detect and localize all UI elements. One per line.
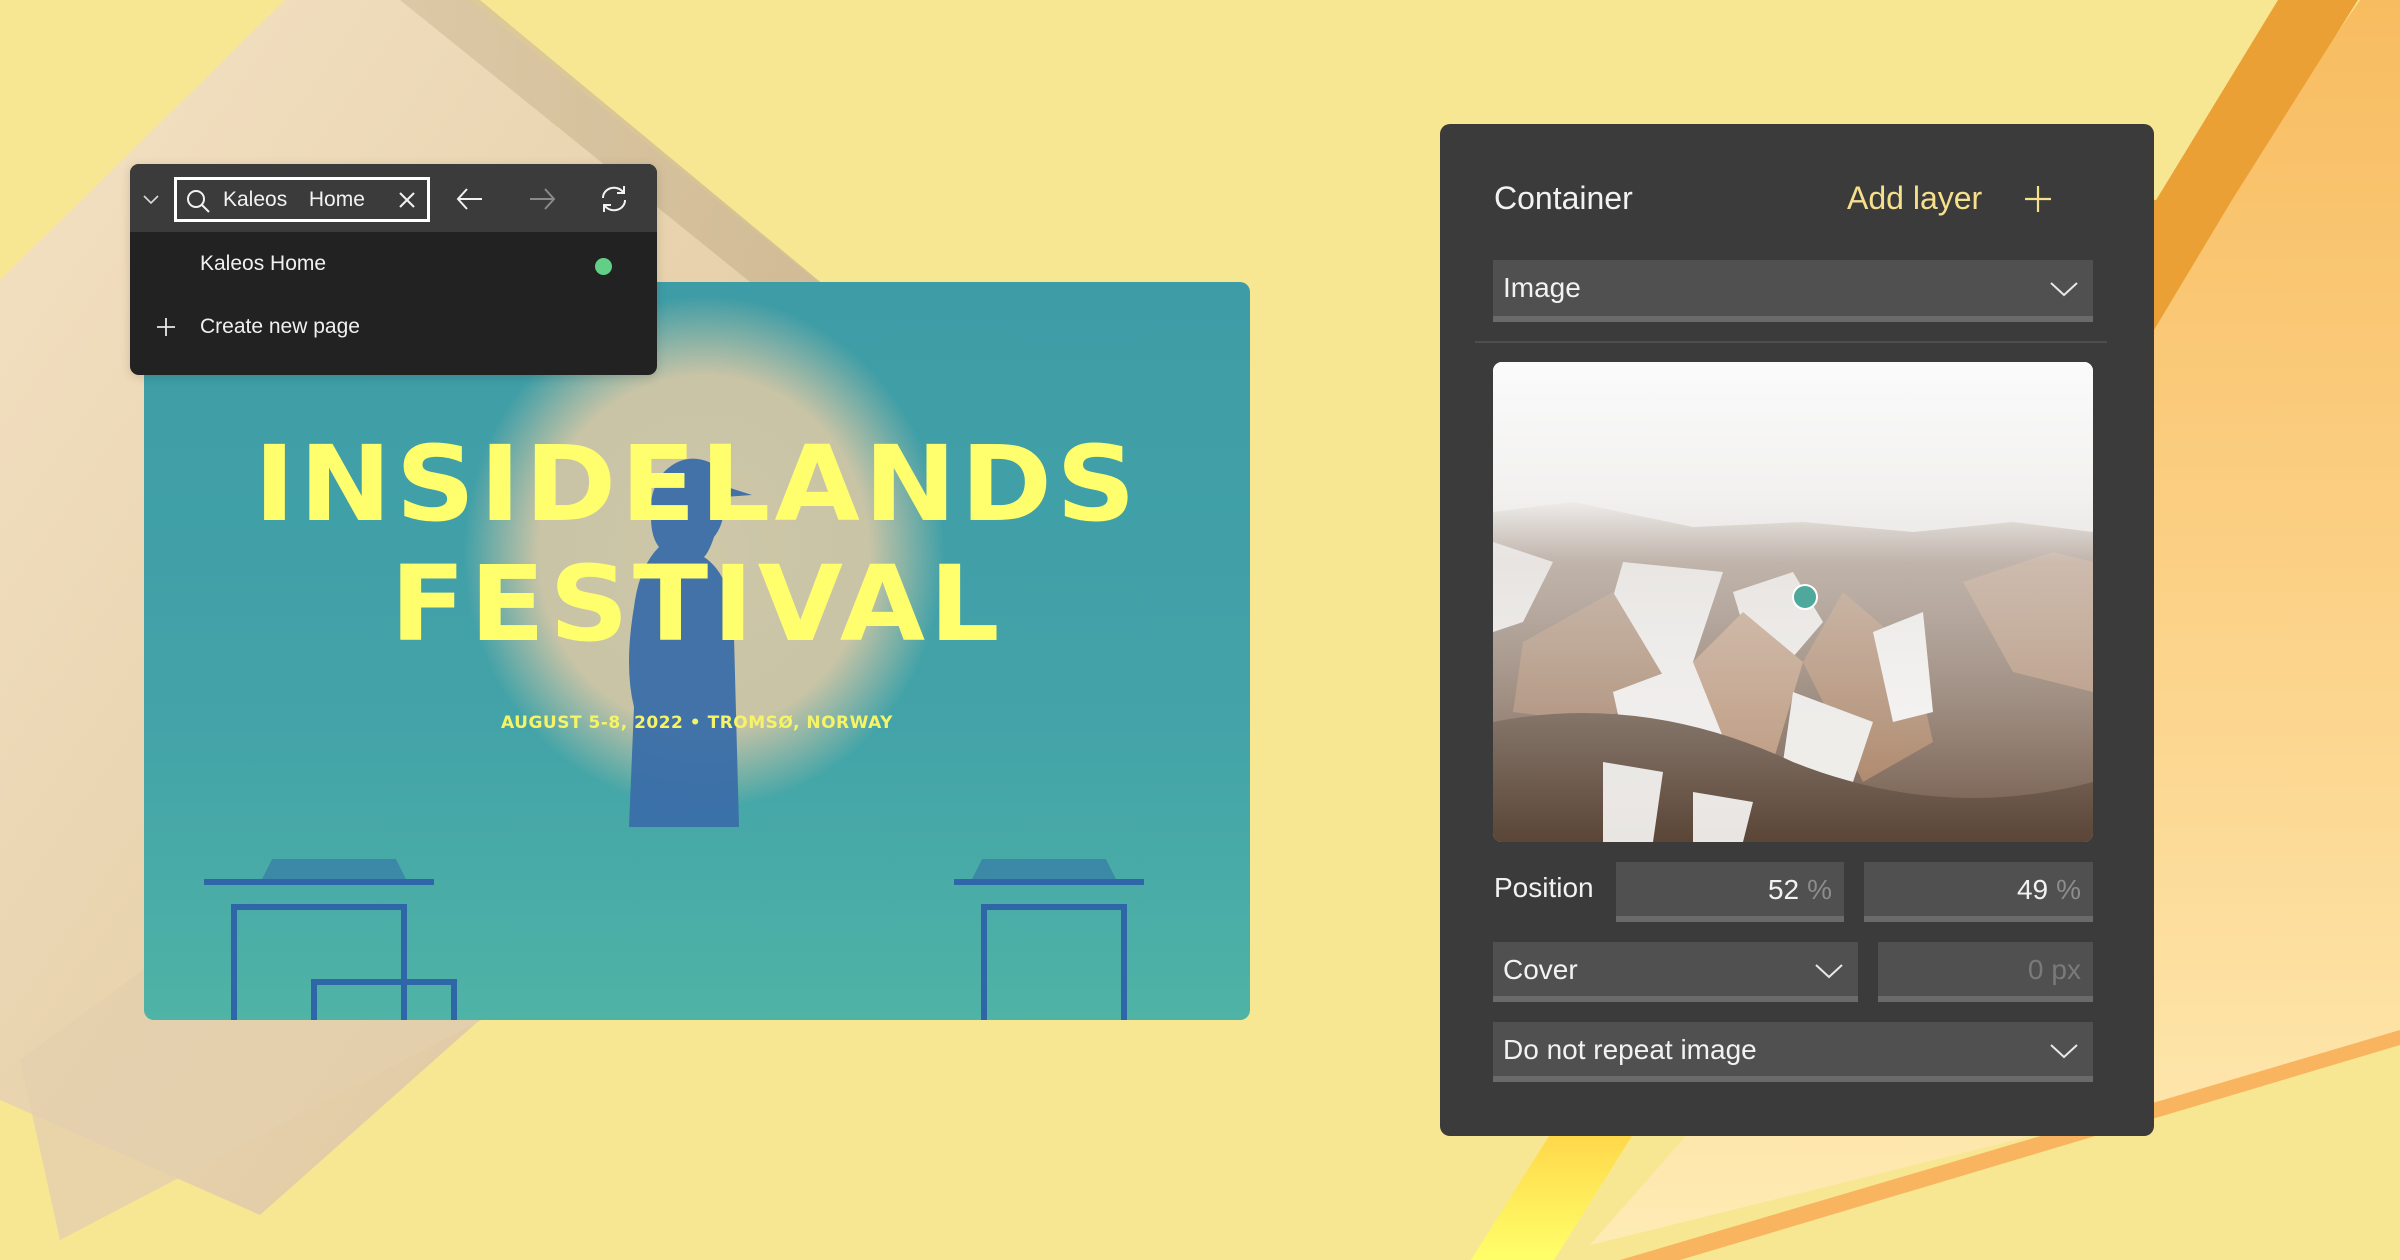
position-x-input[interactable]: 52% <box>1616 862 1844 922</box>
image-repeat-dropdown[interactable]: Do not repeat image <box>1493 1022 2093 1082</box>
position-y-unit: % <box>2056 874 2081 905</box>
left-dj-stand <box>204 859 457 1020</box>
poster-title-line1: INSIDELANDS <box>254 423 1140 545</box>
position-y-readout: 49% <box>2017 874 2081 906</box>
create-new-page-label: Create new page <box>200 315 360 338</box>
poster-title-line2: FESTIVAL <box>390 543 1004 665</box>
add-layer-button[interactable]: Add layer <box>1847 180 1982 217</box>
image-preview[interactable] <box>1493 362 2093 842</box>
chevron-down-icon <box>2050 282 2078 297</box>
poster-subtitle: AUGUST 5-8, 2022 • TROMSØ, NORWAY <box>501 713 893 733</box>
chevron-down-icon <box>1815 964 1843 979</box>
image-repeat-value: Do not repeat image <box>1503 1034 1757 1065</box>
image-size-px-value: 0 <box>2027 954 2044 985</box>
arrow-right-icon[interactable] <box>526 184 558 214</box>
published-status-icon <box>595 258 612 275</box>
page-search-input[interactable] <box>223 185 383 215</box>
panel-title: Container <box>1494 180 1633 216</box>
container-settings-panel: Container Add layer Image Position 52 % … <box>1440 124 2154 1136</box>
image-size-dropdown[interactable]: Cover <box>1493 942 1858 1002</box>
position-y-input[interactable]: 49% <box>1864 862 2093 922</box>
chevron-down-icon <box>2050 1044 2078 1059</box>
page-list-item[interactable]: Kaleos Home <box>130 234 657 294</box>
page-list-item-label: Kaleos Home <box>200 252 327 275</box>
layer-type-value: Image <box>1503 272 1581 303</box>
arrow-left-icon[interactable] <box>454 184 486 214</box>
image-size-px-input[interactable]: 0 px <box>1878 942 2093 1002</box>
yellow-stripe <box>1471 1136 1632 1260</box>
close-icon[interactable] <box>396 189 418 211</box>
chevron-down-icon[interactable] <box>140 188 162 210</box>
create-new-page-button[interactable]: Create new page <box>130 297 657 357</box>
position-y-value: 49 <box>2016 874 2049 905</box>
search-icon <box>187 190 210 213</box>
position-x-value: 52 <box>1767 874 1800 905</box>
divider <box>1475 341 2107 343</box>
festival-poster-canvas[interactable]: INSIDELANDS FESTIVAL AUGUST 5-8, 2022 • … <box>144 282 1250 1020</box>
image-size-px-readout: 0 px <box>2028 954 2081 986</box>
position-x-readout: 52% <box>1768 874 1832 906</box>
position-x-unit: % <box>1807 874 1832 905</box>
page-navigator-toolbar <box>130 164 657 232</box>
image-size-px-unit: px <box>2051 954 2081 985</box>
page-navigator: Kaleos Home Create new page <box>130 164 657 375</box>
page-search-field[interactable] <box>174 177 430 222</box>
position-label: Position <box>1494 872 1594 903</box>
plus-icon <box>157 318 175 336</box>
plus-icon[interactable] <box>2023 184 2053 214</box>
focal-point-handle[interactable] <box>1792 584 1818 611</box>
image-size-value: Cover <box>1503 954 1578 985</box>
layer-type-dropdown[interactable]: Image <box>1493 260 2093 322</box>
right-dj-stand <box>954 859 1144 1020</box>
refresh-icon[interactable] <box>598 184 630 214</box>
